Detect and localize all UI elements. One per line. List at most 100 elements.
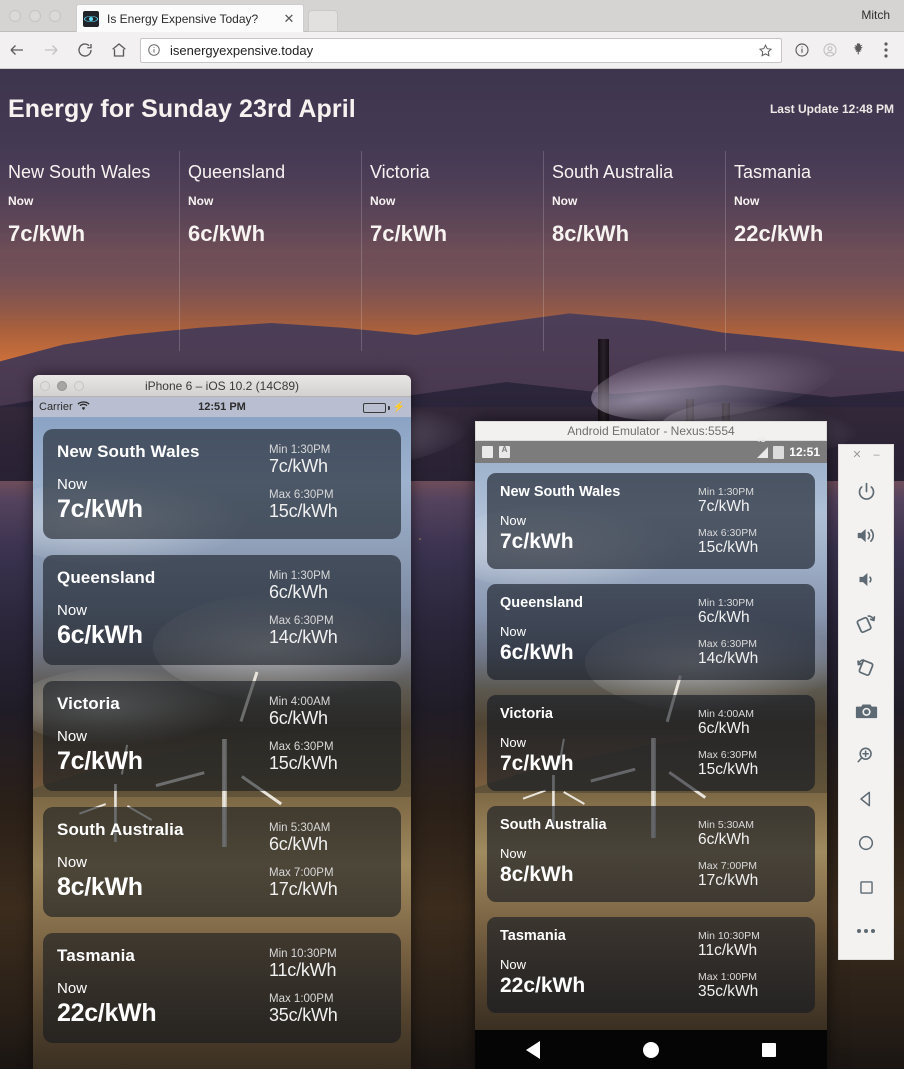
- card-right: Min 5:30AM 6c/kWh Max 7:00PM 17c/kWh: [269, 820, 387, 900]
- back-icon[interactable]: [838, 777, 894, 821]
- page-title: Energy for Sunday 23rd April: [8, 95, 356, 123]
- card-min-label: Min 1:30PM: [269, 570, 331, 582]
- card-max-label: Max 6:30PM: [698, 749, 757, 761]
- rotate-left-icon[interactable]: [838, 601, 894, 645]
- card-min-label: Min 10:30PM: [269, 948, 337, 960]
- card-max-label: Max 7:00PM: [698, 860, 757, 872]
- volume-up-icon[interactable]: [838, 513, 894, 557]
- minimize-window-button[interactable]: [57, 381, 67, 391]
- energy-card-victoria[interactable]: Victoria Now 7c/kWh Min 4:00AM 6c/kWh Ma…: [487, 695, 815, 791]
- state-name: South Australia: [552, 162, 674, 182]
- energy-card-new-south-wales[interactable]: New South Wales Now 7c/kWh Min 1:30PM 7c…: [487, 473, 815, 569]
- card-right: Min 1:30PM 6c/kWh Max 6:30PM 14c/kWh: [269, 568, 387, 648]
- card-now-price: 7c/kWh: [57, 747, 143, 775]
- close-icon[interactable]: ✕: [852, 450, 861, 461]
- card-min-value: 6c/kWh: [698, 609, 750, 626]
- maximize-window-button[interactable]: [49, 10, 61, 22]
- reload-icon[interactable]: [68, 32, 102, 69]
- volume-down-icon[interactable]: [838, 557, 894, 601]
- overview-icon[interactable]: [838, 865, 894, 909]
- recents-square-icon[interactable]: [761, 1042, 776, 1057]
- android-emulator-titlebar[interactable]: Android Emulator - Nexus:5554: [475, 421, 827, 441]
- battery-icon: [773, 445, 785, 459]
- bookmark-star-icon[interactable]: [755, 43, 775, 58]
- browser-tab-title: Is Energy Expensive Today?: [107, 11, 259, 26]
- card-state-name: South Australia: [57, 820, 184, 839]
- three-dot-menu-icon[interactable]: [872, 32, 900, 69]
- card-min-label: Min 1:30PM: [698, 486, 755, 498]
- android-emulator-window[interactable]: Android Emulator - Nexus:5554 12:51: [475, 421, 827, 1069]
- extension-icon[interactable]: [844, 32, 872, 69]
- energy-card-tasmania[interactable]: Tasmania Now 22c/kWh Min 10:30PM 11c/kWh…: [43, 933, 401, 1043]
- card-now-label: Now: [57, 602, 88, 619]
- card-min-label: Min 4:00AM: [269, 696, 331, 708]
- card-now-label: Now: [57, 476, 88, 493]
- state-column-new-south-wales[interactable]: New South Wales Now 7c/kWh: [0, 151, 180, 351]
- card-min-value: 11c/kWh: [698, 942, 758, 959]
- zoom-icon[interactable]: [838, 733, 894, 777]
- card-max-value: 15c/kWh: [698, 539, 759, 556]
- minimize-window-button[interactable]: [29, 10, 41, 22]
- emulator-side-toolbar: ✕ –: [838, 444, 894, 960]
- card-state-name: Queensland: [57, 568, 156, 587]
- minimize-icon[interactable]: –: [874, 450, 880, 461]
- card-right: Min 1:30PM 7c/kWh Max 6:30PM 15c/kWh: [269, 442, 387, 522]
- address-bar[interactable]: isenergyexpensive.today: [140, 37, 782, 63]
- home-circle-icon[interactable]: [642, 1041, 659, 1058]
- card-max-value: 14c/kWh: [698, 650, 759, 667]
- card-min-label: Min 1:30PM: [269, 444, 331, 456]
- card-state-name: Victoria: [500, 706, 553, 722]
- window-traffic-lights[interactable]: [9, 10, 61, 22]
- card-now-label: Now: [500, 846, 527, 861]
- more-icon[interactable]: [838, 909, 894, 953]
- ios-window-traffic-lights[interactable]: [40, 381, 84, 391]
- card-now-label: Now: [500, 624, 527, 639]
- energy-card-south-australia[interactable]: South Australia Now 8c/kWh Min 5:30AM 6c…: [487, 806, 815, 902]
- card-left: Tasmania Now 22c/kWh: [57, 946, 269, 1028]
- ios-card-list: New South Wales Now 7c/kWh Min 1:30PM 7c…: [33, 417, 411, 1069]
- state-column-south-australia[interactable]: South Australia Now 8c/kWh: [544, 151, 726, 351]
- card-max-label: Max 6:30PM: [269, 741, 334, 753]
- energy-card-tasmania[interactable]: Tasmania Now 22c/kWh Min 10:30PM 11c/kWh…: [487, 917, 815, 1013]
- camera-icon[interactable]: [838, 689, 894, 733]
- ios-simulator-window[interactable]: iPhone 6 – iOS 10.2 (14C89) Carrier 12:5…: [33, 375, 411, 1069]
- profile-circle-icon[interactable]: [816, 32, 844, 69]
- browser-tab-active[interactable]: Is Energy Expensive Today? ✕: [76, 4, 304, 32]
- ios-simulator-titlebar[interactable]: iPhone 6 – iOS 10.2 (14C89): [33, 375, 411, 397]
- back-triangle-icon[interactable]: [526, 1040, 541, 1059]
- energy-card-victoria[interactable]: Victoria Now 7c/kWh Min 4:00AM 6c/kWh Ma…: [43, 681, 401, 791]
- state-column-tasmania[interactable]: Tasmania Now 22c/kWh: [726, 151, 904, 351]
- home-icon[interactable]: [838, 821, 894, 865]
- react-logo-icon: [83, 10, 99, 27]
- close-window-button[interactable]: [40, 381, 50, 391]
- card-max-label: Max 6:30PM: [269, 615, 334, 627]
- state-column-queensland[interactable]: Queensland Now 6c/kWh: [180, 151, 362, 351]
- emulator-window-controls: ✕ –: [852, 450, 879, 461]
- forward-arrow-icon[interactable]: [34, 32, 68, 69]
- close-window-button[interactable]: [9, 10, 21, 22]
- home-icon[interactable]: [102, 32, 136, 69]
- power-icon[interactable]: [838, 469, 894, 513]
- energy-card-new-south-wales[interactable]: New South Wales Now 7c/kWh Min 1:30PM 7c…: [43, 429, 401, 539]
- state-price: 6c/kWh: [188, 221, 266, 246]
- address-bar-url[interactable]: isenergyexpensive.today: [170, 43, 755, 58]
- card-min-value: 6c/kWh: [269, 582, 328, 602]
- energy-card-south-australia[interactable]: South Australia Now 8c/kWh Min 5:30AM 6c…: [43, 807, 401, 917]
- energy-card-queensland[interactable]: Queensland Now 6c/kWh Min 1:30PM 6c/kWh …: [487, 584, 815, 680]
- browser-profile-name[interactable]: Mitch: [861, 8, 890, 22]
- state-column-victoria[interactable]: Victoria Now 7c/kWh: [362, 151, 544, 351]
- signal-4g-icon: [756, 437, 769, 458]
- close-icon[interactable]: ✕: [281, 11, 297, 26]
- more-dots: [857, 929, 875, 933]
- rotate-right-icon[interactable]: [838, 645, 894, 689]
- back-arrow-icon[interactable]: [0, 32, 34, 69]
- battery-full-charging-icon: ⚡: [362, 402, 405, 413]
- card-now-label: Now: [500, 735, 527, 750]
- state-name: New South Wales: [8, 162, 151, 182]
- energy-card-queensland[interactable]: Queensland Now 6c/kWh Min 1:30PM 6c/kWh …: [43, 555, 401, 665]
- info-circle-icon[interactable]: [147, 43, 165, 57]
- card-min-value: 7c/kWh: [698, 498, 750, 515]
- info-circle-icon[interactable]: [788, 32, 816, 69]
- new-tab-button[interactable]: [308, 10, 338, 32]
- maximize-window-button[interactable]: [74, 381, 84, 391]
